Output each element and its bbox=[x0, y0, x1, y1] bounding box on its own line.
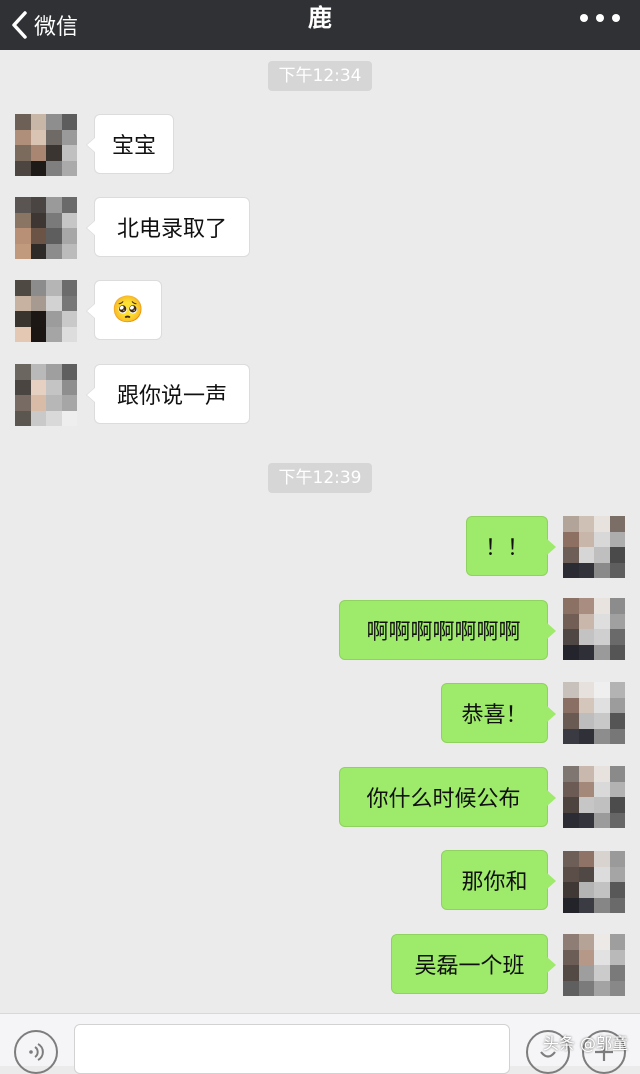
outgoing-message[interactable]: 吴磊一个班 bbox=[391, 934, 556, 994]
my-avatar[interactable] bbox=[563, 934, 625, 996]
contact-avatar[interactable] bbox=[15, 280, 77, 342]
top-bar: 微信 鹿 bbox=[0, 0, 640, 50]
contact-avatar[interactable] bbox=[15, 114, 77, 176]
message-text: 宝宝 bbox=[111, 134, 156, 159]
message-text: ！！ bbox=[484, 536, 529, 561]
incoming-message[interactable]: 北电录取了 bbox=[86, 197, 250, 257]
timestamp: 下午12:39 bbox=[268, 463, 372, 493]
message-text: 恭喜！ bbox=[461, 703, 528, 728]
outgoing-message[interactable]: 你什么时候公布 bbox=[339, 767, 556, 827]
outgoing-message[interactable]: 啊啊啊啊啊啊啊 bbox=[339, 600, 556, 660]
message-text: 啊啊啊啊啊啊啊 bbox=[366, 620, 521, 645]
contact-avatar[interactable] bbox=[15, 197, 77, 259]
outgoing-message[interactable]: ！！ bbox=[466, 516, 556, 576]
voice-icon[interactable] bbox=[14, 1030, 58, 1074]
my-avatar[interactable] bbox=[563, 766, 625, 828]
message-text: 北电录取了 bbox=[116, 217, 227, 242]
more-dots-icon[interactable] bbox=[580, 8, 620, 28]
outgoing-message[interactable]: 那你和 bbox=[441, 850, 556, 910]
message-text: 你什么时候公布 bbox=[366, 787, 521, 812]
incoming-message[interactable]: 🥺 bbox=[86, 280, 162, 340]
watermark: 头条 @邬童 bbox=[542, 1034, 628, 1053]
voice-wave-icon bbox=[29, 1043, 44, 1061]
incoming-message[interactable]: 宝宝 bbox=[86, 114, 174, 174]
my-avatar[interactable] bbox=[563, 851, 625, 913]
incoming-message[interactable]: 跟你说一声 bbox=[86, 364, 250, 424]
message-text: 那你和 bbox=[461, 870, 528, 895]
contact-avatar[interactable] bbox=[15, 364, 77, 426]
message-input[interactable] bbox=[74, 1024, 510, 1074]
outgoing-message[interactable]: 恭喜！ bbox=[441, 683, 556, 743]
pleading-face-emoji: 🥺 bbox=[111, 295, 145, 325]
my-avatar[interactable] bbox=[563, 598, 625, 660]
my-avatar[interactable] bbox=[563, 682, 625, 744]
message-text: 跟你说一声 bbox=[116, 384, 227, 409]
chat-title: 鹿 bbox=[308, 4, 332, 32]
my-avatar[interactable] bbox=[563, 516, 625, 578]
timestamp: 下午12:34 bbox=[268, 61, 372, 91]
message-text: 吴磊一个班 bbox=[414, 954, 525, 979]
